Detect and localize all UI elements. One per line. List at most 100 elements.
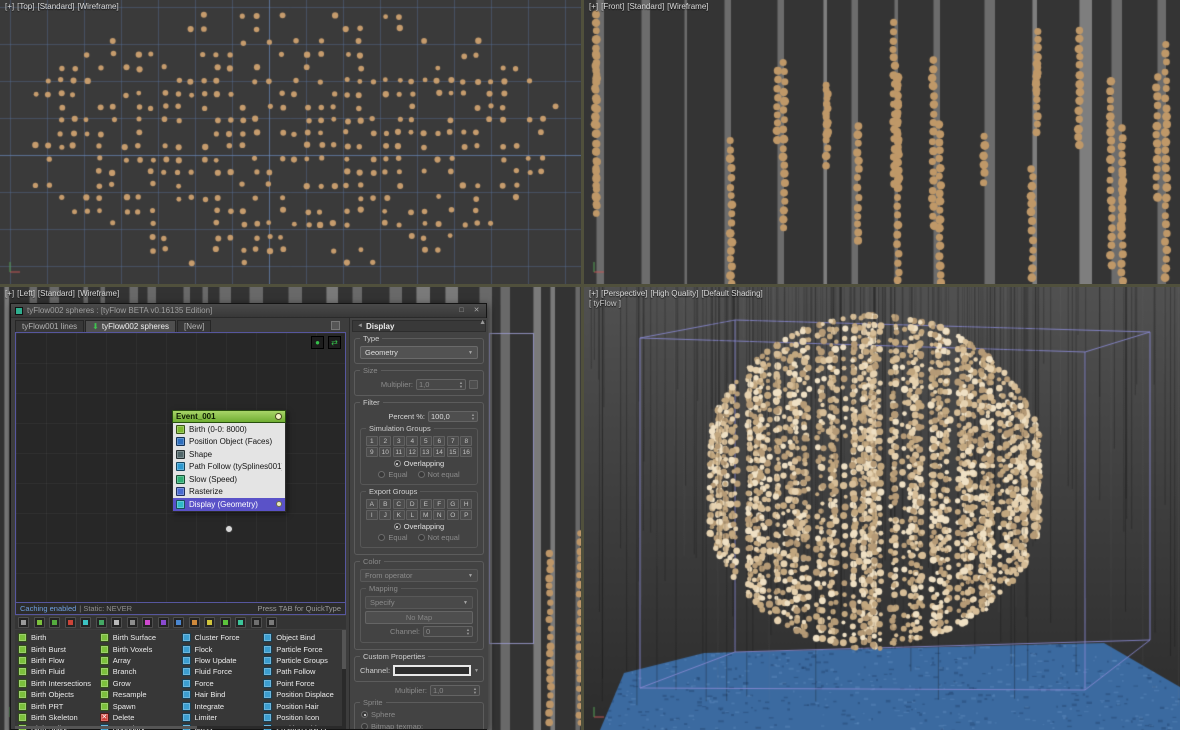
- viewport-label-segment[interactable]: [Wireframe]: [77, 2, 118, 11]
- depot-item[interactable]: Integrate: [181, 700, 262, 711]
- sim-group-button[interactable]: 10: [379, 447, 392, 457]
- viewport-label-segment[interactable]: [+]: [589, 2, 598, 11]
- refresh-icon[interactable]: ⇄: [328, 336, 341, 349]
- event-operator-row[interactable]: Slow (Speed): [173, 473, 285, 486]
- export-group-button[interactable]: O: [446, 510, 459, 520]
- event-operator-row[interactable]: Shape: [173, 448, 285, 461]
- front-viewport-canvas[interactable]: [584, 0, 1180, 284]
- depot-item[interactable]: Birth Objects: [18, 689, 98, 700]
- export-overlapping-radio[interactable]: Overlapping: [393, 522, 444, 531]
- export-group-button[interactable]: H: [460, 499, 473, 509]
- depot-item[interactable]: Birth Voxels: [99, 643, 180, 654]
- depot-item[interactable]: Birth Flow: [18, 655, 98, 666]
- depot-item[interactable]: Birth Surface: [99, 632, 180, 643]
- depot-item[interactable]: Grow: [99, 678, 180, 689]
- top-viewport-canvas[interactable]: [0, 0, 581, 284]
- sprite-sphere-radio[interactable]: Sphere: [361, 710, 477, 719]
- depot-item[interactable]: Particle Groups: [263, 655, 343, 666]
- depot-item[interactable]: Position Icon: [263, 712, 343, 723]
- depot-item[interactable]: Birth Fluid: [18, 666, 98, 677]
- maximize-button[interactable]: □: [456, 306, 467, 316]
- sim-group-button[interactable]: 1: [365, 436, 378, 446]
- viewport-label-segment[interactable]: [Standard]: [37, 2, 74, 11]
- event-node[interactable]: Event_001 Birth (0-0: 8000) Position Obje…: [172, 410, 286, 533]
- depot-item[interactable]: Hair Bind: [181, 689, 262, 700]
- sim-group-button[interactable]: 16: [460, 447, 473, 457]
- depot-vertical-scrollbar[interactable]: [342, 630, 346, 727]
- export-group-button[interactable]: F: [433, 499, 446, 509]
- viewport-label-segment[interactable]: [+]: [5, 2, 14, 11]
- viewport-label-segment[interactable]: [Standard]: [627, 2, 664, 11]
- export-not-equal-radio[interactable]: Not equal: [417, 533, 460, 542]
- custom-channel-input[interactable]: [393, 665, 472, 676]
- spinner-arrows-icon[interactable]: ▲ ▼: [473, 687, 477, 694]
- export-group-button[interactable]: I: [365, 510, 378, 520]
- editor-titlebar[interactable]: tyFlow002 spheres : [tyFlow BETA v0.1613…: [11, 304, 486, 318]
- depot-item[interactable]: Birth: [18, 632, 98, 643]
- event-operator-row[interactable]: Position Object (Faces): [173, 436, 285, 449]
- export-group-button[interactable]: A: [365, 499, 378, 509]
- depot-item[interactable]: Position Displace: [263, 689, 343, 700]
- sprite-bitmap-radio[interactable]: Bitmap texmap:: [361, 722, 477, 729]
- export-group-button[interactable]: M: [419, 510, 432, 520]
- export-group-button[interactable]: C: [392, 499, 405, 509]
- front-viewport[interactable]: [+] [Front] [Standard] [Wireframe]: [584, 0, 1180, 284]
- sim-group-button[interactable]: 14: [433, 447, 446, 457]
- spinner-arrows-icon[interactable]: ▲ ▼: [471, 413, 475, 420]
- color-group-teal-icon[interactable]: [235, 617, 246, 628]
- editor-tab[interactable]: ⬇ tyFlow002 spheres: [85, 320, 176, 332]
- depot-item[interactable]: Point Force: [263, 678, 343, 689]
- event-operator-row[interactable]: Path Follow (tySplines001): [173, 461, 285, 474]
- depot-item[interactable]: Force: [181, 678, 262, 689]
- depot-item[interactable]: Position Hair: [263, 700, 343, 711]
- depot-item[interactable]: Birth Skeleton: [18, 712, 98, 723]
- depot-item[interactable]: Flock: [181, 643, 262, 654]
- viewport-label-segment[interactable]: [Default Shading]: [701, 289, 762, 298]
- viewport-label-segment[interactable]: [Standard]: [38, 289, 75, 298]
- event-operator-row[interactable]: Rasterize: [173, 486, 285, 499]
- sim-group-button[interactable]: 2: [379, 436, 392, 446]
- event-operator-row[interactable]: Birth (0-0: 8000): [173, 423, 285, 436]
- lightbulb-icon[interactable]: [275, 413, 282, 420]
- color-group-purple-icon[interactable]: [157, 617, 169, 628]
- export-group-button[interactable]: G: [446, 499, 459, 509]
- depot-item[interactable]: Cluster Force: [181, 632, 262, 643]
- panel-scroll-up-icon[interactable]: ▲: [479, 319, 486, 326]
- status-dot-icon[interactable]: ●: [311, 336, 324, 349]
- color-group-green-icon[interactable]: [219, 617, 231, 628]
- depot-item[interactable]: Fluid Force: [181, 666, 262, 677]
- viewport-label-segment[interactable]: [Perspective]: [601, 289, 647, 298]
- depot-item[interactable]: Object Bind: [263, 632, 343, 643]
- display-rollout-header[interactable]: ◄ Display: [352, 320, 486, 332]
- sim-group-button[interactable]: 15: [446, 447, 459, 457]
- sim-group-button[interactable]: 9: [365, 447, 378, 457]
- viewport-label-segment[interactable]: [Front]: [601, 2, 624, 11]
- event-output-connector[interactable]: [225, 525, 233, 533]
- depot-item[interactable]: Particle Force: [263, 643, 343, 654]
- percent-spinner[interactable]: 100,0 ▲ ▼: [428, 411, 478, 422]
- export-group-button[interactable]: N: [433, 510, 446, 520]
- frame-selected-icon[interactable]: [126, 617, 138, 628]
- node-editor-canvas[interactable]: ● ⇄ Event_001 Birth (0-0: 8000) Position …: [15, 332, 346, 603]
- color-group-blue-icon[interactable]: [173, 617, 184, 628]
- sim-group-button[interactable]: 12: [406, 447, 419, 457]
- depot-item[interactable]: Spawn: [99, 700, 180, 711]
- sim-group-button[interactable]: 5: [419, 436, 432, 446]
- sim-group-button[interactable]: 8: [460, 436, 473, 446]
- editor-tab[interactable]: tyFlow001 lines: [15, 320, 85, 332]
- top-viewport[interactable]: [+] [Top] [Standard] [Wireframe]: [0, 0, 581, 284]
- sim-group-button[interactable]: 4: [406, 436, 419, 446]
- operator-output-dot[interactable]: [276, 501, 282, 508]
- marquee-select-icon[interactable]: [18, 617, 29, 628]
- depot-item[interactable]: Path Follow: [263, 666, 343, 677]
- depot-item[interactable]: Birth Intersections: [18, 678, 98, 689]
- sim-not-equal-radio[interactable]: Not equal: [417, 470, 460, 479]
- perspective-viewport[interactable]: [+] [Perspective] [High Quality] [Default S…: [584, 287, 1180, 730]
- sim-group-button[interactable]: 13: [419, 447, 432, 457]
- chevron-down-icon[interactable]: ▼: [474, 668, 479, 674]
- size-multiplier-spinner[interactable]: 1,0 ▲ ▼: [416, 379, 466, 390]
- export-equal-radio[interactable]: Equal: [378, 533, 408, 542]
- type-dropdown[interactable]: Geometry ▼: [360, 346, 478, 359]
- viewport-label-segment[interactable]: [High Quality]: [650, 289, 698, 298]
- export-group-button[interactable]: J: [379, 510, 392, 520]
